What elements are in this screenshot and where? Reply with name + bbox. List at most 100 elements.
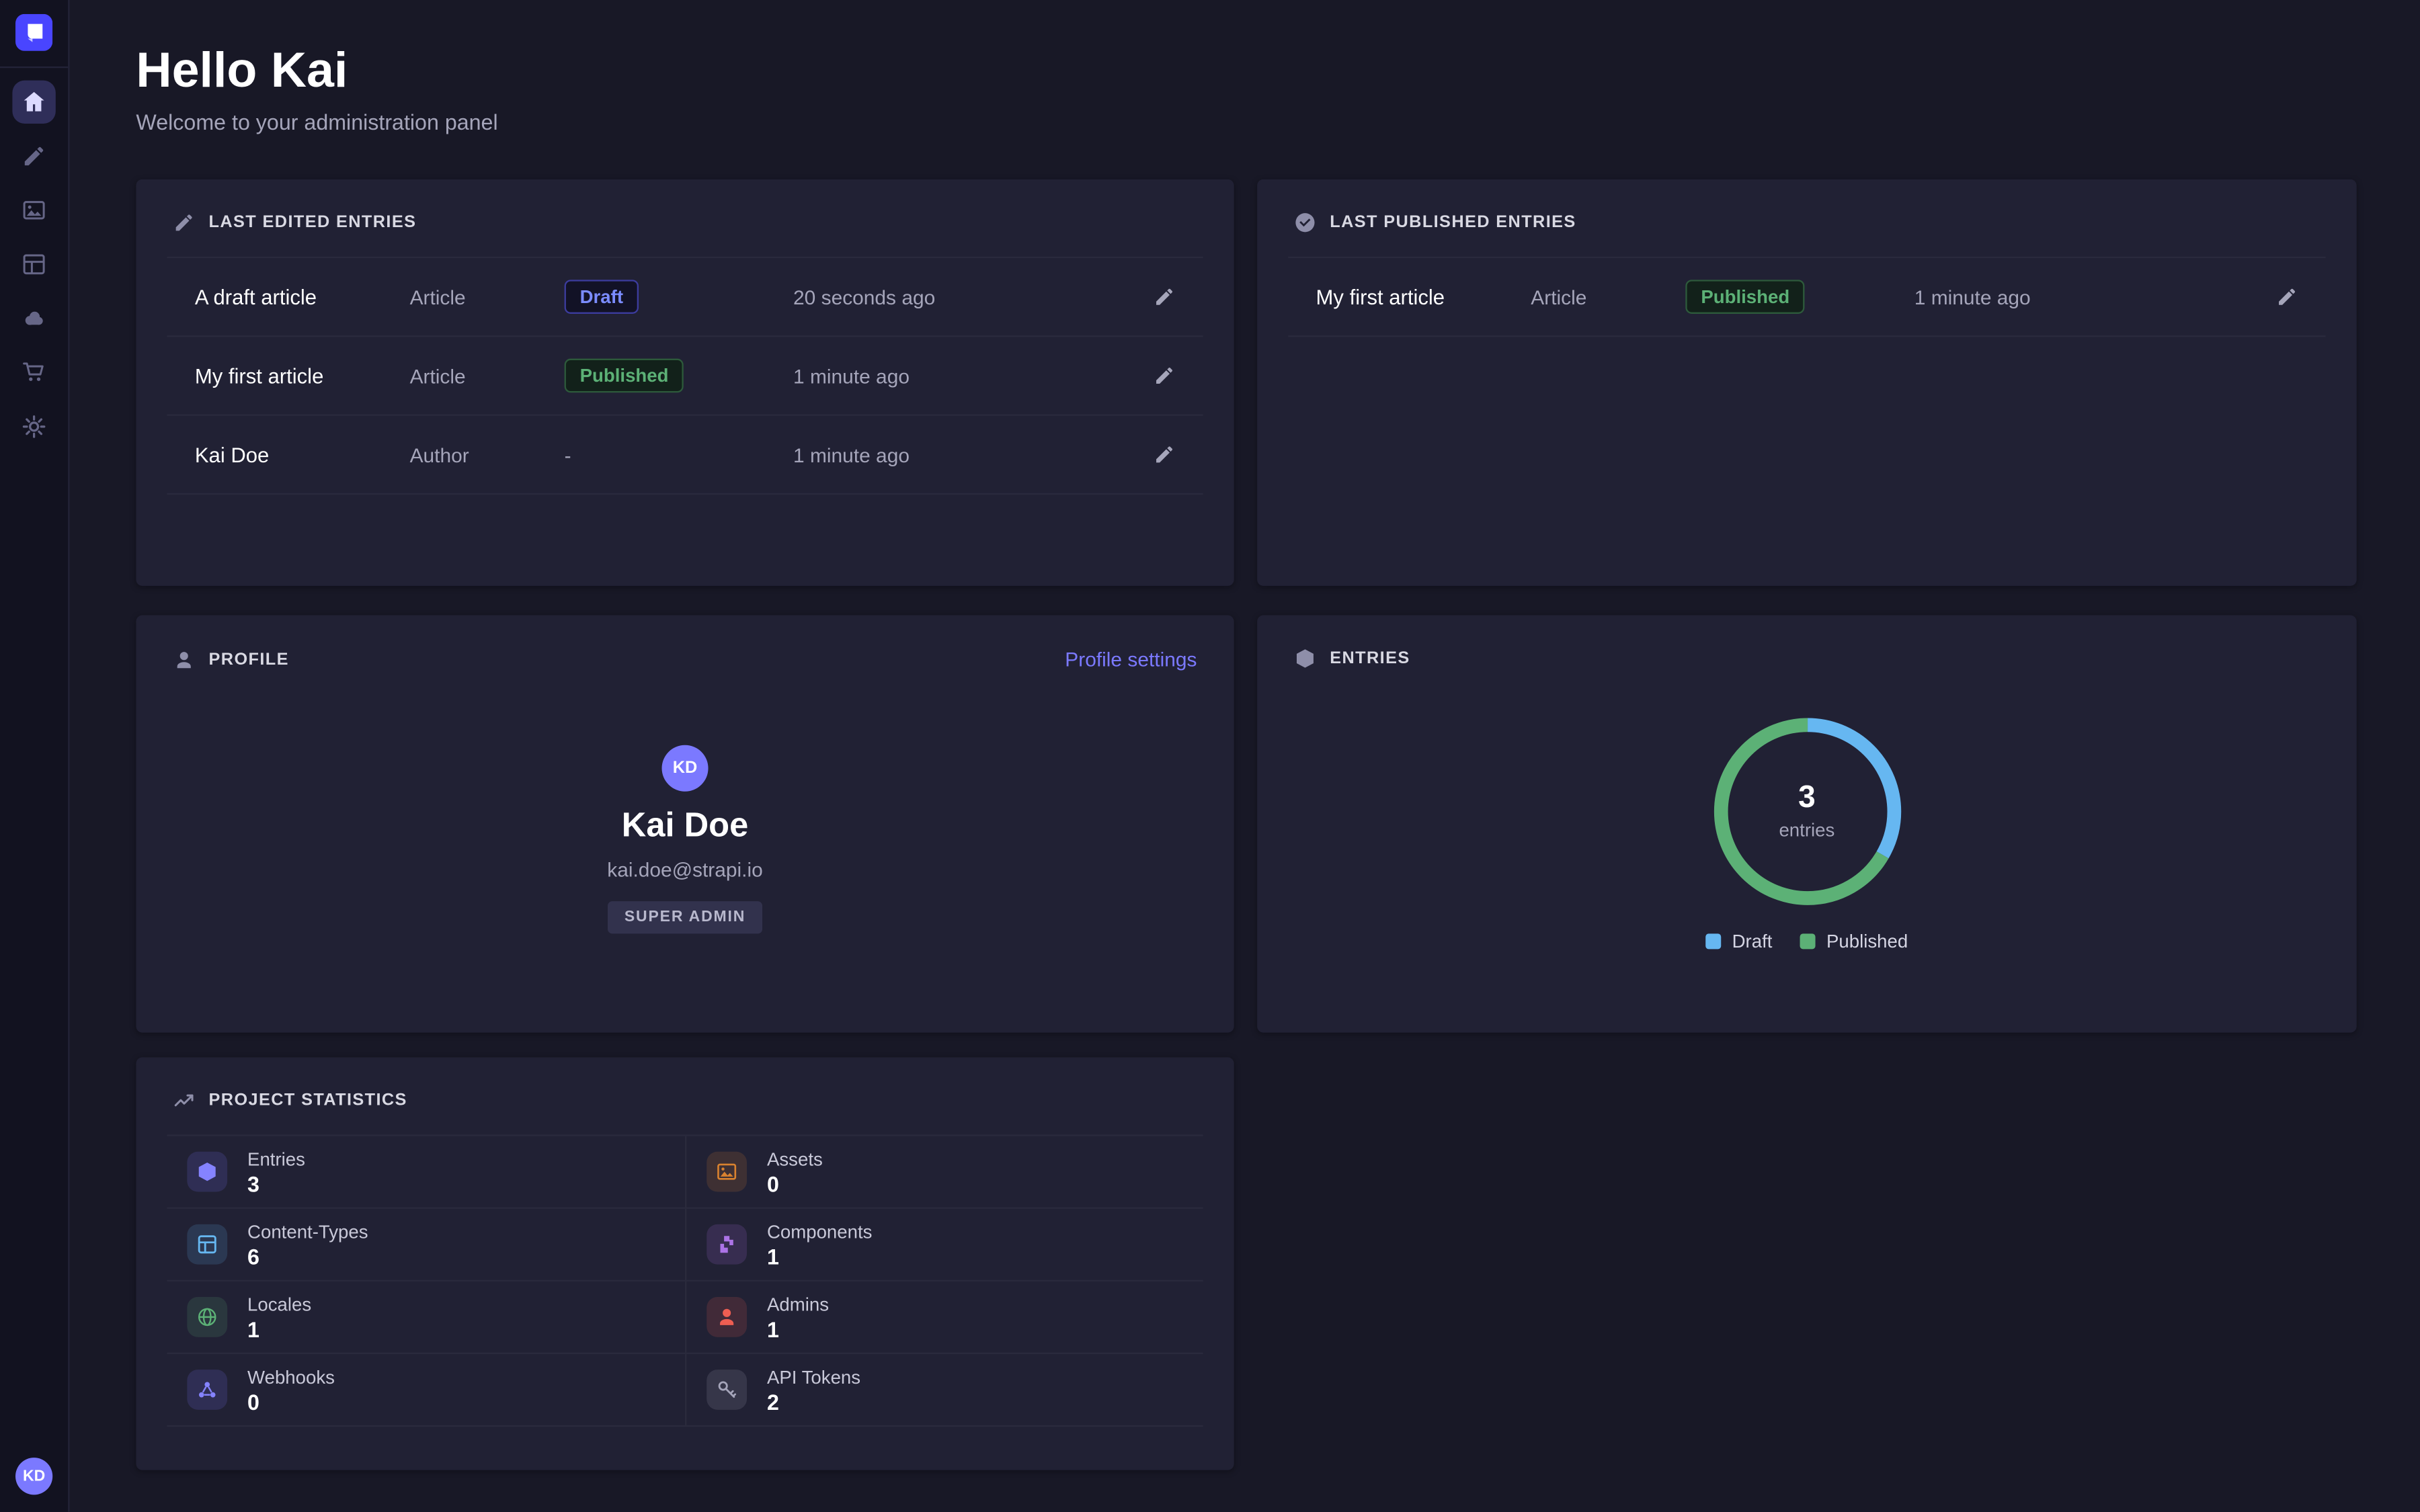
- edit-entry-button[interactable]: [1132, 365, 1175, 386]
- card-head: LAST PUBLISHED ENTRIES: [1257, 179, 2357, 257]
- donut-chart: 3 entries: [1709, 714, 1904, 909]
- card-title: LAST PUBLISHED ENTRIES: [1330, 213, 1576, 232]
- profile-card: PROFILE Profile settings KD Kai Doe kai.…: [136, 616, 1234, 1033]
- card-head: ENTRIES: [1257, 616, 2357, 693]
- home-icon: [22, 89, 46, 114]
- status-badge: -: [565, 443, 571, 466]
- sidebar-item-marketplace[interactable]: [12, 351, 55, 394]
- stat-components: Components 1: [685, 1209, 1203, 1282]
- profile-email: kai.doe@strapi.io: [607, 858, 763, 882]
- user-icon: [173, 648, 195, 670]
- stat-label: Assets: [767, 1148, 823, 1170]
- statistics-grid: Entries 3 Assets 0 Content-Types 6 Componen…: [167, 1134, 1203, 1427]
- entry-kind: Article: [410, 364, 565, 388]
- stat-locales: Locales1: [167, 1282, 685, 1354]
- entry-time: 20 seconds ago: [793, 285, 1132, 308]
- avatar-initials: KD: [673, 759, 698, 778]
- stat-label: Webhooks: [247, 1366, 335, 1388]
- sidebar-divider: [0, 67, 68, 68]
- stat-value: 6: [247, 1246, 368, 1267]
- legend-item-draft: Draft: [1706, 931, 1773, 952]
- last-edited-table: A draft article Article Draft 20 seconds…: [167, 257, 1203, 495]
- entries-chart: 3 entries Draft Published: [1257, 714, 2357, 952]
- table-row[interactable]: My first article Article Published 1 min…: [167, 337, 1203, 415]
- stat-label: Components: [767, 1221, 873, 1243]
- legend-label: Published: [1826, 931, 1908, 952]
- entry-time: 1 minute ago: [1914, 285, 2255, 308]
- layout-icon: [187, 1224, 227, 1265]
- puzzle-icon: [707, 1224, 747, 1265]
- edit-entry-button[interactable]: [2255, 286, 2298, 308]
- entry-title: Kai Doe: [195, 443, 410, 466]
- card-title: LAST EDITED ENTRIES: [209, 213, 417, 232]
- last-published-entries-card: LAST PUBLISHED ENTRIES My first article …: [1257, 179, 2357, 586]
- project-statistics-card: PROJECT STATISTICS Entries 3 Assets 0 Cont…: [136, 1057, 1234, 1470]
- status-badge: Published: [565, 359, 684, 393]
- sidebar-item-media-library[interactable]: [12, 189, 55, 232]
- pencil-icon: [173, 212, 195, 233]
- stat-label: Entries: [247, 1148, 305, 1170]
- stat-label: Content-Types: [247, 1221, 368, 1243]
- sidebar-item-content-type-builder[interactable]: [12, 134, 55, 177]
- card-head: PROFILE Profile settings: [136, 616, 1234, 694]
- sidebar-item-home[interactable]: [12, 81, 55, 124]
- stat-content-types: Content-Types 6: [167, 1209, 685, 1282]
- images-icon: [22, 198, 46, 222]
- cube-icon: [187, 1152, 227, 1192]
- entry-title: My first article: [1316, 285, 1531, 308]
- sidebar-item-content-manager[interactable]: [12, 243, 55, 286]
- check-circle-icon: [1294, 212, 1316, 233]
- table-row[interactable]: Kai Doe Author - 1 minute ago: [167, 416, 1203, 495]
- sidebar-nav: [0, 81, 68, 448]
- app-root: KD Hello Kai Welcome to your administrat…: [0, 0, 2420, 1512]
- strapi-logo-icon: [15, 14, 52, 51]
- profile-name: Kai Doe: [622, 805, 748, 845]
- table-row[interactable]: My first article Article Published 1 min…: [1288, 258, 2326, 337]
- card-title: PROFILE: [209, 650, 289, 669]
- edit-entry-button[interactable]: [1132, 444, 1175, 465]
- last-edited-entries-card: LAST EDITED ENTRIES A draft article Arti…: [136, 179, 1234, 586]
- sidebar-user-avatar[interactable]: KD: [15, 1458, 52, 1495]
- stat-value: 1: [247, 1318, 311, 1340]
- image-icon: [707, 1152, 747, 1192]
- sidebar-item-deploy[interactable]: [12, 297, 55, 340]
- strapi-logo[interactable]: [15, 14, 52, 51]
- legend-label: Draft: [1732, 931, 1773, 952]
- layout-icon: [22, 252, 46, 277]
- stat-value: 1: [767, 1246, 873, 1267]
- stat-value: 3: [247, 1173, 305, 1195]
- trend-up-icon: [173, 1090, 195, 1111]
- gear-icon: [22, 414, 46, 439]
- draft-swatch: [1706, 933, 1722, 949]
- entry-kind: Author: [410, 443, 565, 466]
- stat-entries: Entries 3: [167, 1136, 685, 1209]
- published-swatch: [1800, 933, 1816, 949]
- sidebar-item-settings[interactable]: [12, 405, 55, 448]
- page-header: Hello Kai Welcome to your administration…: [136, 43, 497, 134]
- edit-entry-button[interactable]: [1132, 286, 1175, 308]
- card-head: PROJECT STATISTICS: [136, 1057, 1234, 1134]
- stat-value: 0: [767, 1173, 823, 1195]
- card-title: PROJECT STATISTICS: [209, 1091, 407, 1110]
- globe-icon: [187, 1297, 227, 1337]
- donut-center: 3 entries: [1709, 714, 1904, 909]
- sidebar: KD: [0, 0, 70, 1512]
- stat-value: 2: [767, 1391, 860, 1413]
- stat-assets: Assets 0: [685, 1136, 1203, 1209]
- stat-label: Admins: [767, 1294, 829, 1315]
- page-subtitle: Welcome to your administration panel: [136, 110, 497, 135]
- table-row[interactable]: A draft article Article Draft 20 seconds…: [167, 258, 1203, 337]
- entries-total: 3: [1798, 782, 1816, 813]
- profile-settings-link[interactable]: Profile settings: [1065, 648, 1197, 671]
- card-title: ENTRIES: [1330, 649, 1410, 668]
- sidebar-avatar-initials: KD: [23, 1468, 45, 1484]
- stat-api-tokens: API Tokens 2: [685, 1354, 1203, 1427]
- stat-label: API Tokens: [767, 1366, 860, 1388]
- person-icon: [707, 1297, 747, 1337]
- entry-time: 1 minute ago: [793, 443, 1132, 466]
- legend-item-published: Published: [1800, 931, 1908, 952]
- stat-admins: Admins1: [685, 1282, 1203, 1354]
- status-badge: Draft: [565, 280, 639, 314]
- entry-kind: Article: [1531, 285, 1685, 308]
- entry-title: A draft article: [195, 285, 410, 308]
